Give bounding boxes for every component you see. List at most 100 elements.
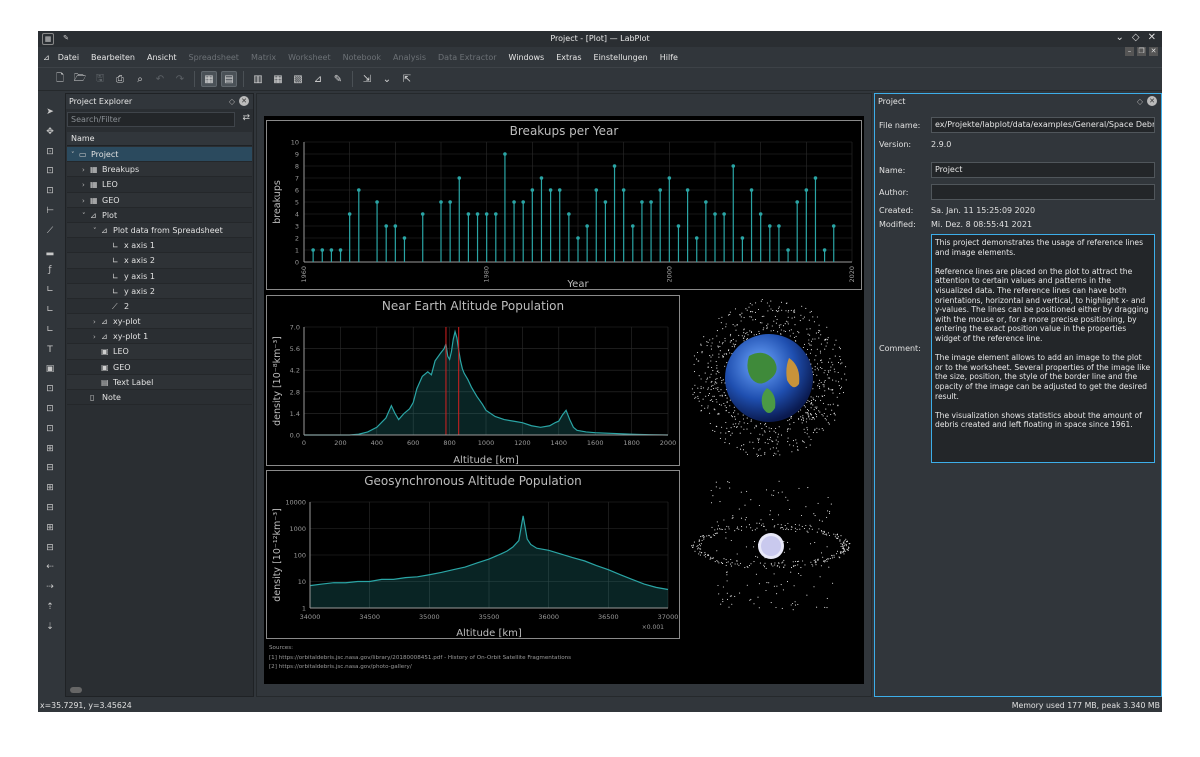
redo-icon[interactable]: ↷: [172, 71, 188, 87]
expand-chevron-icon[interactable]: ›: [82, 178, 90, 193]
shift-right-icon[interactable]: ⇢: [43, 580, 57, 594]
open-project-icon[interactable]: 🗁: [72, 71, 88, 87]
tree-item[interactable]: ⟋ 2: [67, 299, 252, 315]
tree-item[interactable]: › ▦ LEO: [67, 177, 252, 193]
file-name-field[interactable]: ex/Projekte/labplot/data/examples/Genera…: [931, 117, 1155, 133]
expand-chevron-icon[interactable]: ›: [93, 330, 101, 345]
print-icon[interactable]: ⎙: [112, 71, 128, 87]
select-mode-icon[interactable]: ➤: [43, 105, 57, 119]
scale-auto-icon[interactable]: ⊡: [43, 382, 57, 396]
menu-analysis[interactable]: Analysis: [387, 53, 432, 62]
close-icon[interactable]: ✕: [1148, 32, 1156, 43]
dock-float-icon[interactable]: ◇: [229, 94, 235, 109]
tree-item[interactable]: ∟ y axis 1: [67, 269, 252, 284]
add-xy-curve-icon[interactable]: ⟋: [43, 224, 57, 238]
new-worksheet-icon[interactable]: ▥: [250, 71, 266, 87]
menu-hilfe[interactable]: Hilfe: [654, 53, 684, 62]
menu-data-extractor[interactable]: Data Extractor: [432, 53, 502, 62]
tree-item[interactable]: › ▦ Breakups: [67, 162, 252, 178]
zoom-in-icon[interactable]: ⊞: [43, 442, 57, 456]
comment-textarea[interactable]: This project demonstrates the usage of r…: [931, 234, 1155, 463]
name-field[interactable]: Project: [931, 162, 1155, 178]
add-x-axis-icon[interactable]: ∟: [43, 303, 57, 317]
filter-options-icon[interactable]: ⇄: [242, 113, 250, 123]
zoom-in-x-icon[interactable]: ⊞: [43, 481, 57, 495]
expand-chevron-icon[interactable]: ›: [82, 194, 90, 209]
subwindow-close-icon[interactable]: ✕: [1149, 47, 1158, 56]
menu-datei[interactable]: Datei: [52, 53, 85, 62]
tree-item[interactable]: ∟ x axis 2: [67, 253, 252, 269]
expand-chevron-icon[interactable]: ˅: [82, 209, 90, 224]
subwindow-minimize-icon[interactable]: –: [1125, 47, 1134, 56]
zoom-in-y-icon[interactable]: ⊞: [43, 521, 57, 535]
import-dropdown-chevron-icon[interactable]: ⌄: [379, 71, 395, 87]
navigate-mode-icon[interactable]: ✥: [43, 125, 57, 139]
export-icon[interactable]: ⇱: [399, 71, 415, 87]
geosync-chart[interactable]: Geosynchronous Altitude Population Altitu…: [266, 470, 680, 639]
tree-item[interactable]: ▤ Text Label: [67, 374, 252, 390]
menu-matrix[interactable]: Matrix: [245, 53, 282, 62]
undo-icon[interactable]: ↶: [152, 71, 168, 87]
cursor-icon[interactable]: ⊢: [43, 204, 57, 218]
import-icon[interactable]: ⇲: [359, 71, 375, 87]
menu-extras[interactable]: Extras: [550, 53, 587, 62]
properties-float-icon[interactable]: ◇: [1137, 94, 1143, 109]
tree-item[interactable]: ▯ Note: [67, 390, 252, 406]
menu-logo-icon[interactable]: ⊿: [41, 53, 52, 62]
tree-item[interactable]: ˅ ⊿ Plot data from Spreadsheet: [67, 222, 252, 239]
expand-chevron-icon[interactable]: ›: [93, 315, 101, 330]
properties-close-icon[interactable]: ✕: [1147, 96, 1157, 106]
menu-spreadsheet[interactable]: Spreadsheet: [183, 53, 245, 62]
expand-chevron-icon[interactable]: ˅: [71, 148, 79, 163]
subwindow-restore-icon[interactable]: ❐: [1137, 47, 1146, 56]
tree-item[interactable]: ∟ x axis 1: [67, 238, 252, 254]
new-spreadsheet-icon[interactable]: ▦: [270, 71, 286, 87]
menu-bearbeiten[interactable]: Bearbeiten: [85, 53, 141, 62]
print-preview-icon[interactable]: ⌕: [132, 71, 148, 87]
zoom-out-y-icon[interactable]: ⊟: [43, 541, 57, 555]
expand-chevron-icon[interactable]: ˅: [93, 224, 101, 239]
shift-up-icon[interactable]: ⇡: [43, 600, 57, 614]
scale-auto-y-icon[interactable]: ⊡: [43, 422, 57, 436]
dock-close-icon[interactable]: ✕: [239, 96, 249, 106]
tree-item[interactable]: ∟ y axis 2: [67, 283, 252, 299]
leo-debris-image[interactable]: [689, 296, 849, 466]
menu-worksheet[interactable]: Worksheet: [282, 53, 336, 62]
add-y-axis-icon[interactable]: ∟: [43, 323, 57, 337]
menu-ansicht[interactable]: Ansicht: [141, 53, 183, 62]
layout-grid-icon[interactable]: ▦: [201, 71, 217, 87]
tree-item[interactable]: › ▦ GEO: [67, 192, 252, 209]
zoom-y-select-icon[interactable]: ⊡: [43, 184, 57, 198]
add-image-icon[interactable]: ▣: [43, 362, 57, 376]
near-earth-chart[interactable]: Near Earth Altitude Population Altitude […: [266, 295, 680, 466]
tree-item[interactable]: › ⊿ xy-plot: [67, 314, 252, 330]
add-text-label-icon[interactable]: T: [43, 343, 57, 357]
author-field[interactable]: [931, 184, 1155, 200]
add-equation-curve-icon[interactable]: ƒ: [43, 263, 57, 277]
menu-notebook[interactable]: Notebook: [337, 53, 387, 62]
shift-down-icon[interactable]: ⇣: [43, 620, 57, 634]
tree-item[interactable]: › ⊿ xy-plot 1: [67, 329, 252, 345]
zoom-select-icon[interactable]: ⊡: [43, 145, 57, 159]
zoom-out-x-icon[interactable]: ⊟: [43, 501, 57, 515]
sources-text-label[interactable]: Sources: [1] https://orbitaldebris.jsc.n…: [269, 644, 571, 673]
add-histogram-icon[interactable]: ▂: [43, 244, 57, 258]
new-matrix-icon[interactable]: ▧: [290, 71, 306, 87]
new-plot-icon[interactable]: ⊿: [310, 71, 326, 87]
save-icon[interactable]: 🖫: [92, 71, 108, 87]
zoom-out-icon[interactable]: ⊟: [43, 461, 57, 475]
search-filter-input[interactable]: Search/Filter: [67, 112, 235, 127]
shift-left-icon[interactable]: ⇠: [43, 560, 57, 574]
expand-chevron-icon[interactable]: ›: [82, 163, 90, 178]
worksheet-canvas[interactable]: Breakups per Year Year breakups 0 1 2 3 4 5 6 7 8 9 1…: [264, 116, 864, 684]
geo-debris-image[interactable]: [689, 476, 854, 616]
minimize-icon[interactable]: ⌄: [1116, 32, 1124, 43]
scale-auto-x-icon[interactable]: ⊡: [43, 402, 57, 416]
tree-item[interactable]: ▣ LEO: [67, 344, 252, 360]
add-axis-icon[interactable]: ∟: [43, 283, 57, 297]
zoom-x-select-icon[interactable]: ⊡: [43, 164, 57, 178]
new-datapicker-icon[interactable]: ✎: [330, 71, 346, 87]
tree-item[interactable]: ˅ ⊿ Plot: [67, 208, 252, 223]
menu-einstellungen[interactable]: Einstellungen: [588, 53, 654, 62]
tree-item[interactable]: ▣ GEO: [67, 360, 252, 375]
